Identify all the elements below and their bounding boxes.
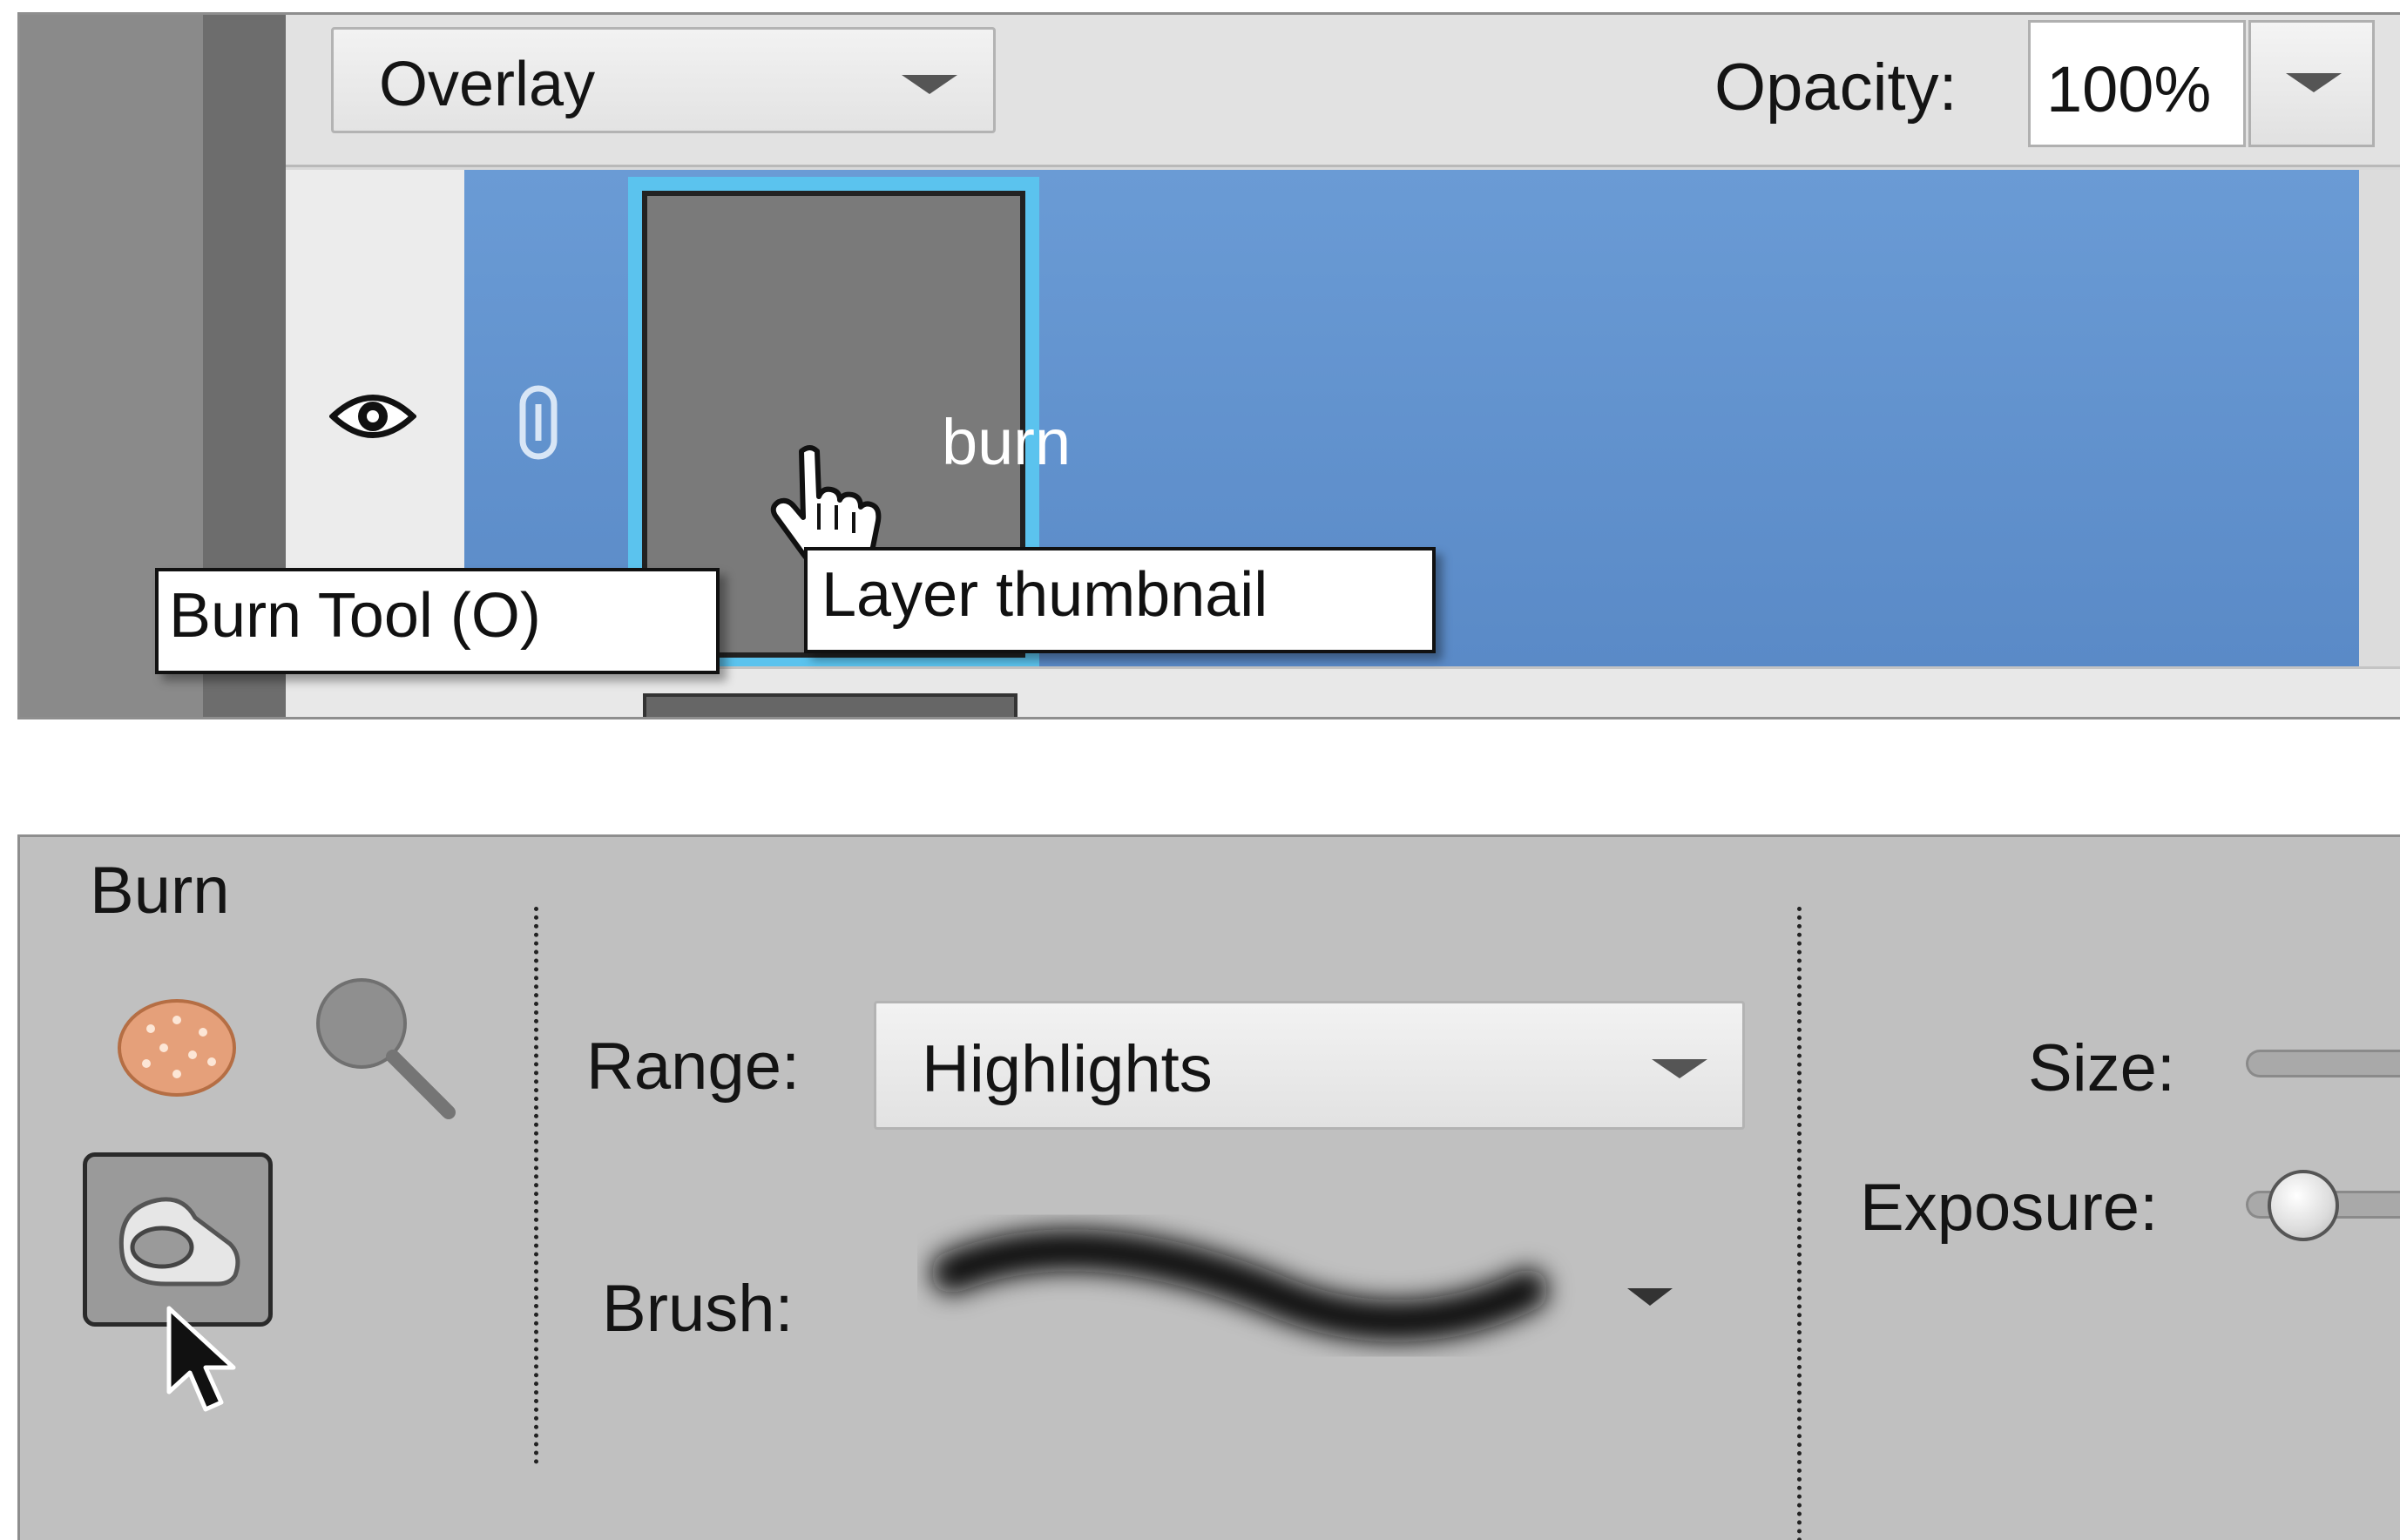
exposure-label: Exposure: — [1860, 1171, 2159, 1245]
arrow-cursor-icon — [166, 1306, 236, 1412]
chevron-down-icon — [2286, 73, 2342, 92]
blend-mode-dropdown[interactable]: Overlay — [331, 27, 996, 133]
next-layer-thumbnail — [643, 693, 1017, 717]
blend-mode-value: Overlay — [379, 50, 596, 119]
chevron-down-icon — [902, 75, 957, 94]
layer-thumbnail-tooltip: Layer thumbnail — [804, 547, 1436, 653]
opacity-label: Opacity: — [1714, 51, 1957, 125]
burn-tool-tooltip: Burn Tool (O) — [155, 568, 720, 674]
range-label: Range: — [586, 1030, 801, 1104]
separator — [1797, 907, 1802, 1540]
opacity-input[interactable]: 100% — [2028, 20, 2246, 147]
next-layer-row[interactable] — [286, 666, 2400, 717]
eye-icon — [329, 395, 416, 438]
tool-options-bar: Burn Range: Highlights Brush: Size: Expo… — [17, 834, 2400, 1540]
separator — [534, 907, 538, 1464]
layers-options-bar: Overlay Opacity: 100% — [286, 15, 2400, 167]
burn-icon — [118, 1197, 240, 1287]
opacity-value: 100% — [2046, 53, 2212, 125]
layer-name[interactable]: burn — [942, 405, 1071, 479]
chevron-down-icon — [1652, 1059, 1707, 1078]
size-label: Size: — [2028, 1031, 2175, 1105]
brush-dropdown-icon[interactable] — [1627, 1288, 1673, 1306]
sponge-icon[interactable] — [116, 994, 238, 1098]
hand-cursor-icon — [770, 445, 882, 564]
size-slider[interactable] — [2246, 1050, 2400, 1077]
link-icon — [519, 385, 558, 460]
panel-right-strip — [2359, 170, 2400, 666]
brush-label: Brush: — [602, 1272, 794, 1346]
tool-name-label: Burn — [90, 854, 230, 928]
dodge-icon[interactable] — [308, 975, 464, 1125]
range-value: Highlights — [922, 1032, 1213, 1106]
exposure-slider-knob[interactable] — [2268, 1170, 2339, 1241]
burn-tool-button[interactable] — [83, 1152, 273, 1327]
range-dropdown[interactable]: Highlights — [874, 1001, 1745, 1130]
opacity-dropdown-button[interactable] — [2248, 20, 2375, 147]
brush-preview[interactable] — [917, 1194, 1579, 1368]
